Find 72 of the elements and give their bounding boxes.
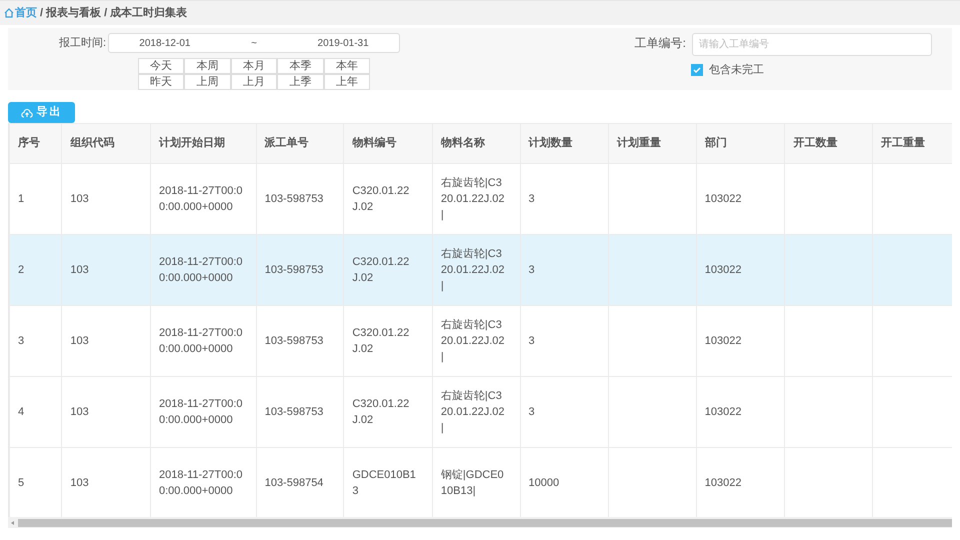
table-cell: C320.01.22J.02 [352, 398, 410, 426]
column-header: 序号 [10, 124, 62, 164]
breadcrumb-separator: / [40, 6, 44, 21]
order-number-field[interactable]: 请输入工单编号 [692, 33, 932, 56]
quick-range-button[interactable]: 本月 [230, 58, 278, 74]
table-cell: 103 [70, 193, 89, 205]
horizontal-scrollbar[interactable] [8, 517, 952, 528]
cloud-upload-icon [20, 108, 32, 118]
quick-range-button[interactable]: 今天 [138, 58, 184, 74]
breadcrumb-separator: / [104, 6, 108, 21]
table-cell: 2018-11-27T00:00:00.000+0000 [158, 256, 243, 284]
order-label: 工单编号: [634, 35, 687, 52]
table-cell: 2018-11-27T00:00:00.000+0000 [158, 398, 243, 426]
quick-range-button[interactable]: 上季 [277, 74, 324, 90]
table-cell: 103 [70, 477, 89, 489]
table-cell: C320.01.22J.02 [352, 256, 410, 284]
table-cell: 103-598753 [264, 406, 324, 418]
table-cell: C320.01.22J.02 [352, 327, 410, 355]
quick-range-button[interactable]: 上月 [230, 74, 278, 90]
table-cell: 103022 [704, 193, 742, 205]
quick-range-button[interactable]: 昨天 [138, 74, 184, 90]
date-label: 报工时间: [58, 36, 107, 51]
table-cell: 2018-11-27T00:00:00.000+0000 [158, 327, 243, 355]
quick-range-button[interactable]: 上周 [184, 74, 231, 90]
table-cell: 2018-11-27T00:00:00.000+0000 [158, 469, 243, 497]
start-date: 2018-12-01 [139, 36, 190, 50]
quick-range-button[interactable]: 本季 [277, 58, 324, 74]
scrollbar-thumb[interactable] [18, 518, 952, 526]
table-row[interactable]: 3 103 2018-11-27T00:00:00.000+0000 103-598753 C320.01.22J.02 右旋齿轮|C320.01.22J.02| 3 103022 [10, 306, 952, 376]
include-unfinished-checkbox[interactable]: 包含未完工 [691, 62, 932, 78]
table-cell: GDCE010B13 [352, 469, 416, 497]
end-date: 2019-01-31 [318, 36, 369, 50]
date-range-field[interactable]: 2018-12-01 ~ 2019-01-31 [108, 33, 400, 53]
table-cell: 3 [18, 335, 24, 347]
table-cell: 2018-11-27T00:00:00.000+0000 [158, 185, 243, 213]
table-cell: 右旋齿轮|C320.01.22J.02| [440, 390, 505, 434]
table-cell: 3 [528, 335, 535, 347]
quick-range-button[interactable]: 本年 [324, 58, 370, 74]
table-cell: 103-598753 [264, 193, 324, 205]
table-cell: 103022 [704, 406, 742, 418]
quick-range-button[interactable]: 上年 [324, 74, 370, 90]
table-cell: 103 [70, 264, 89, 276]
table-cell: 3 [528, 193, 535, 205]
table-cell: 10000 [528, 477, 560, 489]
table-cell: 3 [528, 406, 535, 418]
table-cell: 4 [18, 406, 24, 418]
table-cell: 5 [18, 477, 24, 489]
table-cell: 103-598754 [264, 477, 324, 489]
table-cell: 103022 [704, 264, 742, 276]
table-cell: 3 [528, 264, 535, 276]
table-cell: 右旋齿轮|C320.01.22J.02| [440, 248, 505, 292]
table-cell: 右旋齿轮|C320.01.22J.02| [440, 177, 505, 221]
table-row[interactable]: 5 103 2018-11-27T00:00:00.000+0000 103-598754 GDCE010B13 钢锭|GDCE010B13| 10000 103022 [10, 448, 952, 517]
range-separator: ~ [251, 36, 257, 50]
breadcrumb-item: 成本工时归集表 [110, 6, 188, 21]
table-cell: 103 [70, 335, 89, 347]
breadcrumb-item: 报表与看板 [46, 6, 102, 21]
home-icon [4, 8, 14, 18]
table-row[interactable]: 2 103 2018-11-27T00:00:00.000+0000 103-598753 C320.01.22J.02 右旋齿轮|C320.01.22J.02| 3 103022 [10, 234, 952, 306]
quick-range-button[interactable]: 本周 [184, 58, 231, 74]
table-cell: 103 [70, 406, 89, 418]
table-cell: 103-598753 [264, 264, 324, 276]
table-cell: C320.01.22J.02 [352, 185, 410, 213]
table-cell: 钢锭|GDCE010B13| [440, 469, 504, 497]
table-cell: 103-598753 [264, 335, 324, 347]
table-cell: 103022 [704, 335, 742, 347]
table-cell: 103022 [704, 477, 742, 489]
table-row[interactable]: 1 103 2018-11-27T00:00:00.000+0000 103-598753 C320.01.22J.02 右旋齿轮|C320.01.22J.02| 3 103022 [10, 164, 952, 234]
table-cell: 右旋齿轮|C320.01.22J.02| [440, 319, 505, 363]
table-cell: 2 [18, 264, 24, 276]
table-cell: 1 [18, 193, 24, 205]
table-row[interactable]: 4 103 2018-11-27T00:00:00.000+0000 103-598753 C320.01.22J.02 右旋齿轮|C320.01.22J.02| 3 103022 [10, 376, 952, 448]
